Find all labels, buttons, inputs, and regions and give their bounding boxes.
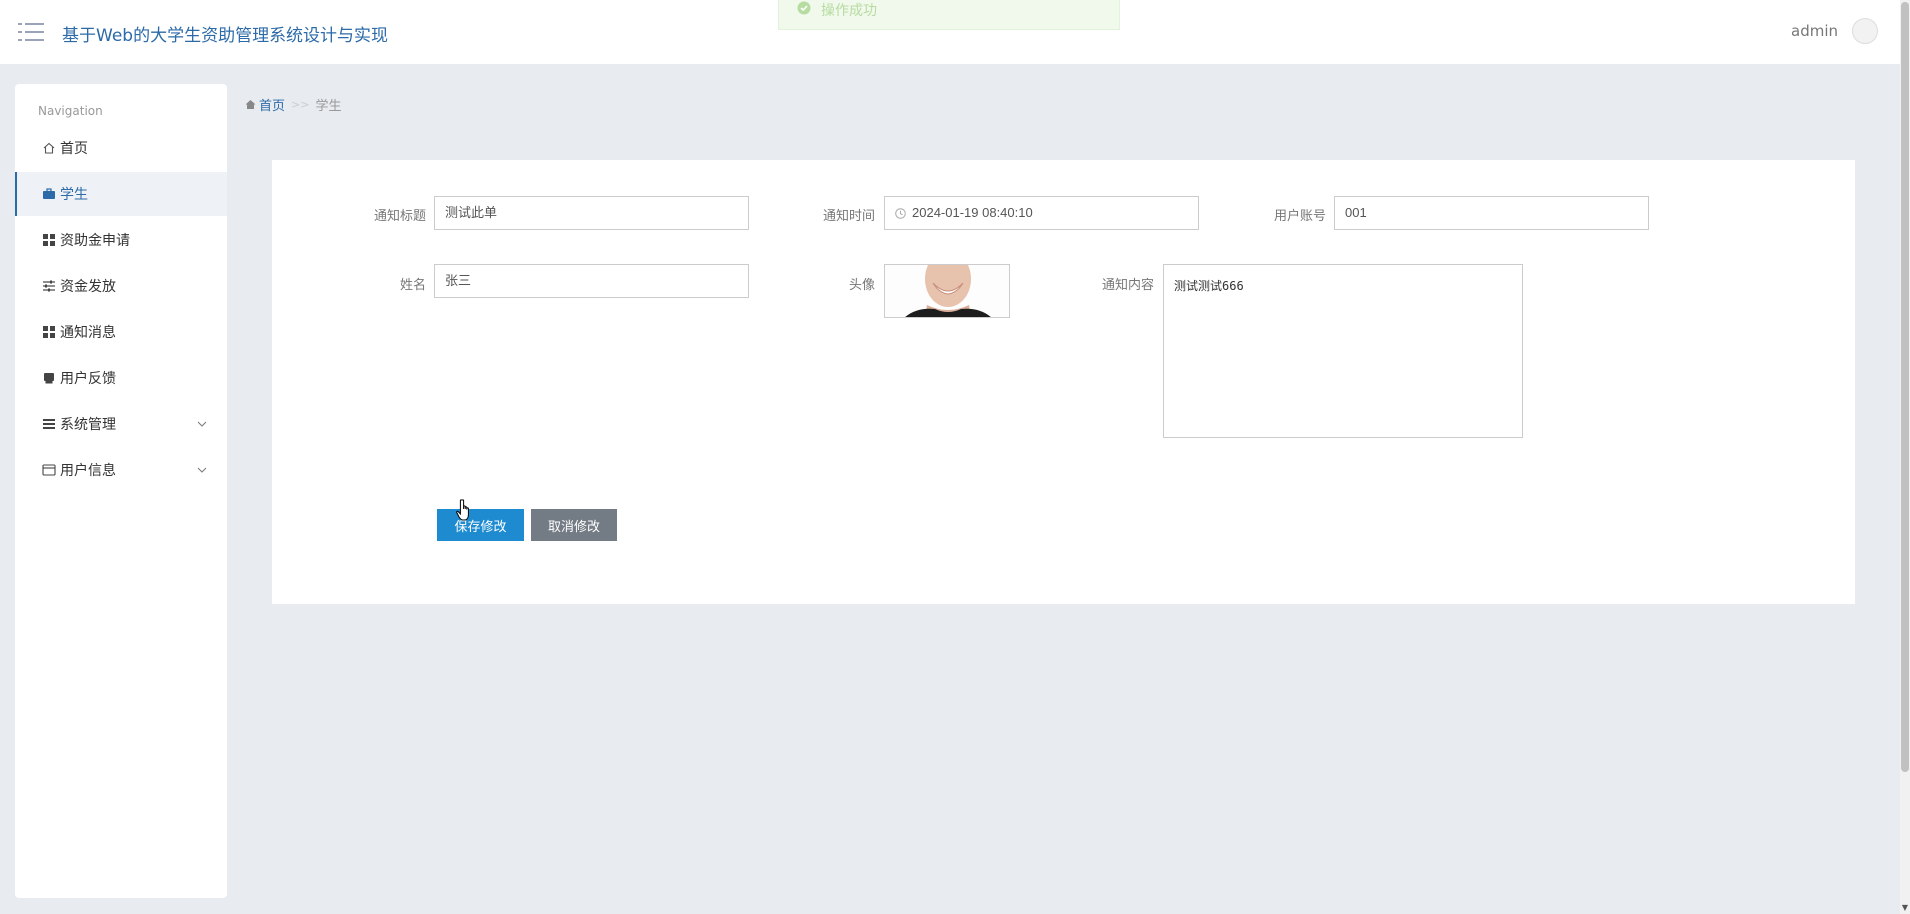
sidebar: Navigation 首页 学生 资助金申请 资金发放 通知消息 用户反馈 系统… [15,84,227,898]
home-icon [245,100,256,109]
sidebar-item-label: 资金发放 [60,279,116,295]
page-scrollbar[interactable]: ▼ [1900,0,1910,914]
sidebar-item-label: 用户反馈 [60,371,116,387]
breadcrumb-separator: >> [291,98,310,111]
avatar-image[interactable] [884,264,1010,318]
sidebar-item-label: 系统管理 [60,417,116,433]
sidebar-item-system-management[interactable]: 系统管理 [15,402,227,446]
clock-icon [895,208,906,219]
check-circle-icon [797,1,811,15]
app-title: 基于Web的大学生资助管理系统设计与实现 [62,26,389,46]
breadcrumb: 首页 >> 学生 [245,95,341,114]
sidebar-item-feedback[interactable]: 用户反馈 [15,356,227,400]
toast-text: 操作成功 [821,3,877,19]
user-avatar[interactable] [1852,18,1878,44]
sidebar-item-home[interactable]: 首页 [15,126,227,170]
chevron-down-icon [197,467,207,473]
printer-icon [44,373,54,384]
grid-icon [43,234,55,246]
notice-content-textarea[interactable]: 测试测试666 [1163,264,1523,438]
sidebar-item-label: 学生 [60,187,88,203]
scroll-down-arrow-icon[interactable]: ▼ [1901,904,1909,912]
sidebar-item-label: 资助金申请 [60,233,130,249]
breadcrumb-current: 学生 [315,99,342,114]
sidebar-item-notifications[interactable]: 通知消息 [15,310,227,354]
notice-content-label: 通知内容 [1101,278,1154,293]
sidebar-item-label: 通知消息 [60,325,116,341]
notice-time-value: 2024-01-19 08:40:10 [912,205,1033,220]
sidebar-item-label: 用户信息 [60,463,116,479]
scrollbar-thumb[interactable] [1901,2,1909,772]
briefcase-icon [43,188,55,199]
notice-title-input[interactable]: 测试此单 [434,196,749,230]
user-account-label: 用户账号 [1273,209,1326,224]
sidebar-item-student[interactable]: 学生 [15,172,227,216]
sidebar-item-user-info[interactable]: 用户信息 [15,448,227,492]
avatar-photo-icon [885,265,1009,317]
menu-toggle-icon[interactable] [18,22,44,42]
notice-time-label: 通知时间 [822,209,875,224]
grid-icon [43,326,55,338]
home-icon [43,142,55,154]
sidebar-item-fund-distribution[interactable]: 资金发放 [15,264,227,308]
notice-time-input[interactable]: 2024-01-19 08:40:10 [884,196,1199,230]
name-input[interactable]: 张三 [434,264,749,298]
list-icon [43,419,55,429]
success-toast: 操作成功 [778,0,1120,30]
card-icon [42,464,56,476]
hand-cursor-icon [456,499,469,521]
name-label: 姓名 [399,278,426,293]
nav-heading: Navigation [38,104,103,118]
sidebar-item-aid-application[interactable]: 资助金申请 [15,218,227,262]
cancel-button[interactable]: 取消修改 [531,509,617,541]
breadcrumb-home-link[interactable]: 首页 [259,95,285,114]
sliders-icon [43,280,55,292]
notice-title-label: 通知标题 [373,209,426,224]
chevron-down-icon [197,421,207,427]
avatar-label: 头像 [848,278,875,293]
user-name[interactable]: admin [1791,22,1838,40]
sidebar-item-label: 首页 [60,141,88,157]
save-button[interactable]: 保存修改 [437,509,524,541]
user-account-input[interactable]: 001 [1334,196,1649,230]
